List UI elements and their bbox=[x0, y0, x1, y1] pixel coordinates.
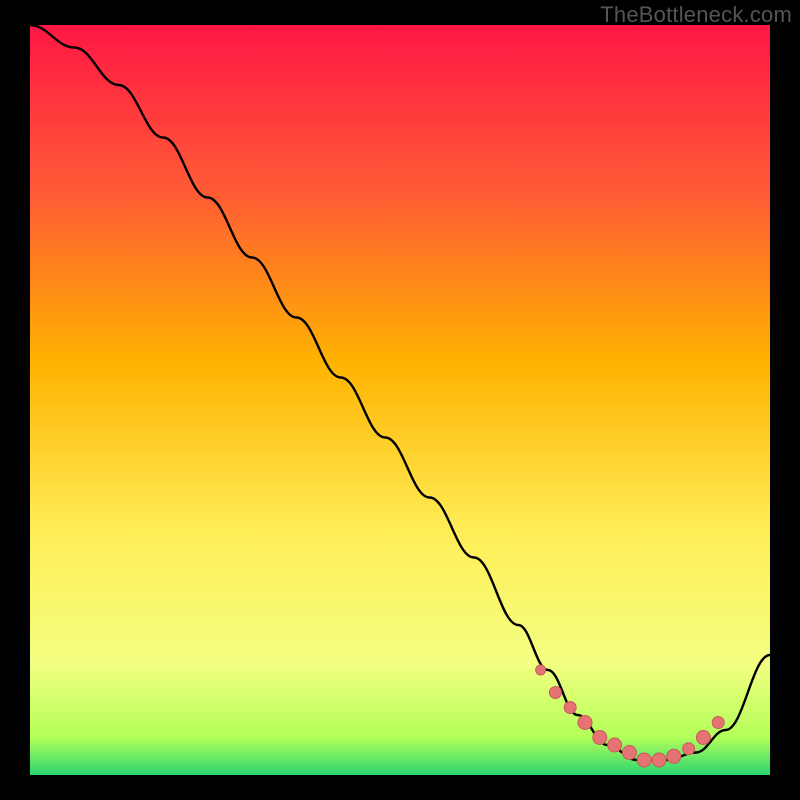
watermark-text: TheBottleneck.com bbox=[600, 2, 792, 28]
curve-dot bbox=[637, 753, 651, 767]
curve-dot bbox=[593, 731, 607, 745]
curve-dot bbox=[608, 738, 622, 752]
curve-dot bbox=[683, 743, 695, 755]
curve-dot bbox=[652, 753, 666, 767]
curve-dot bbox=[549, 687, 561, 699]
curve-dot bbox=[622, 746, 636, 760]
curve-dot bbox=[578, 716, 592, 730]
bottleneck-curve-chart bbox=[0, 0, 800, 800]
chart-frame: TheBottleneck.com bbox=[0, 0, 800, 800]
curve-dot bbox=[536, 665, 546, 675]
curve-dot bbox=[696, 731, 710, 745]
curve-dot bbox=[667, 749, 681, 763]
curve-dot bbox=[564, 702, 576, 714]
gradient-plot-area bbox=[30, 25, 770, 775]
curve-dot bbox=[712, 717, 724, 729]
